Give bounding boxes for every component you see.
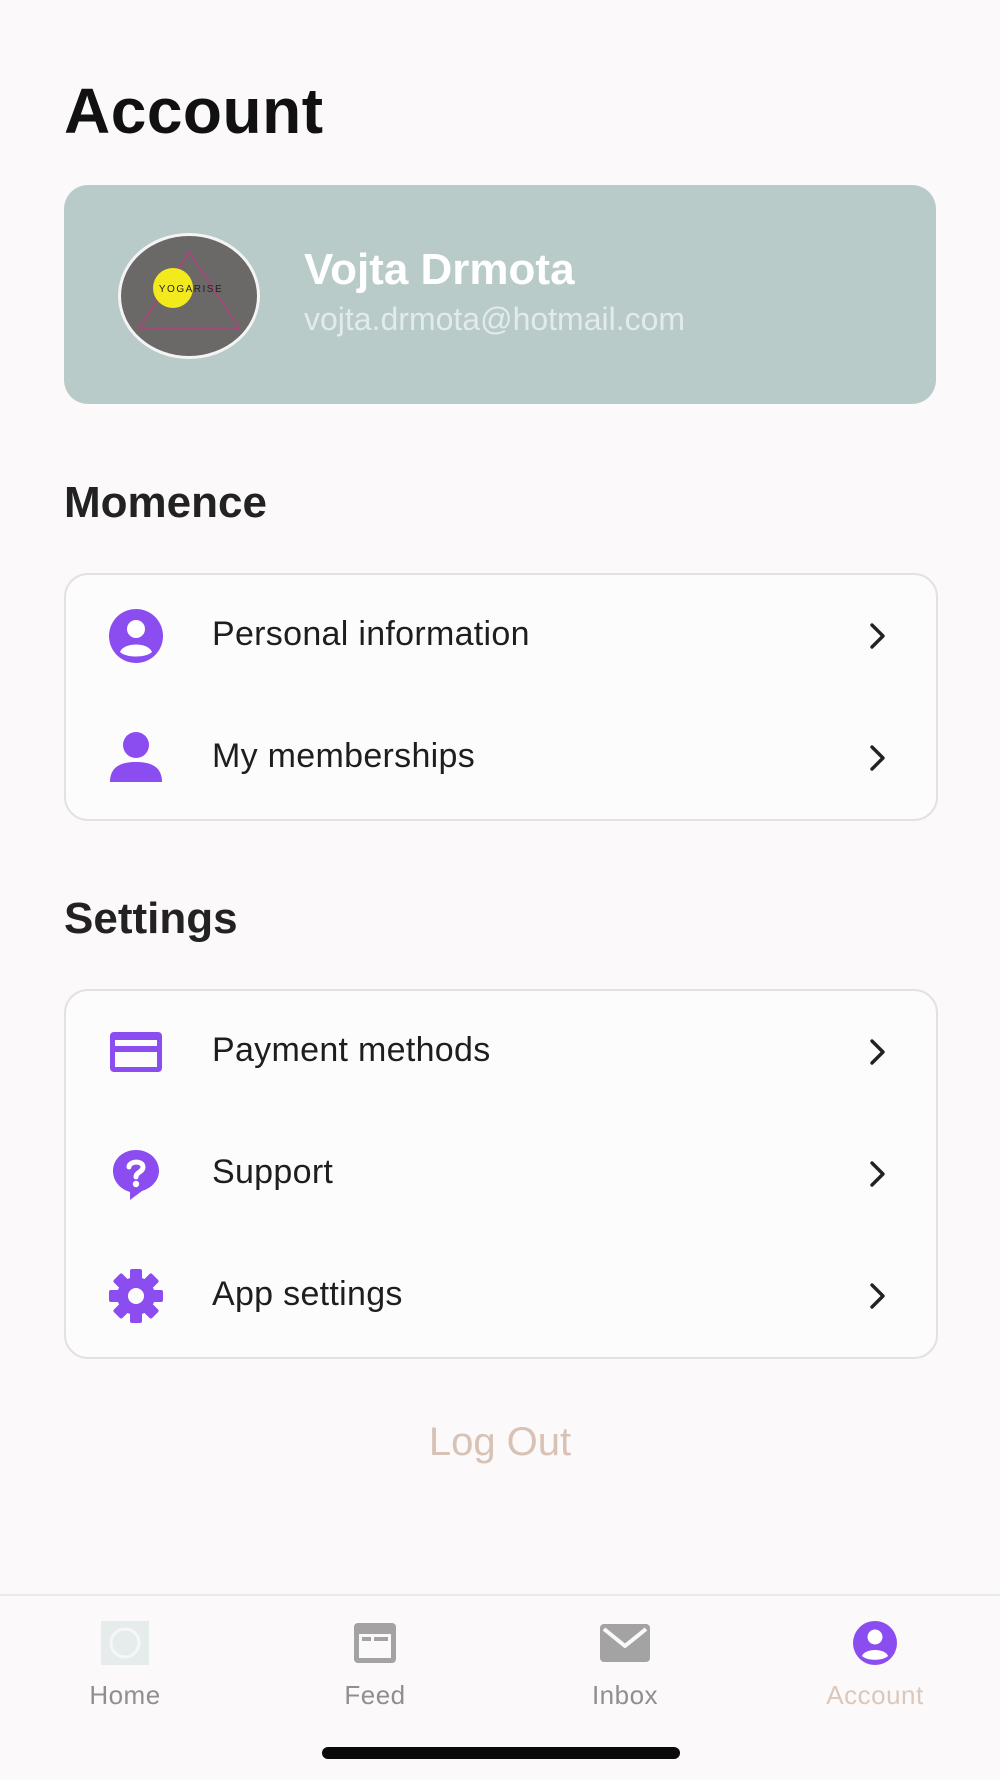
tab-inbox[interactable]: Inbox bbox=[500, 1596, 750, 1726]
home-icon bbox=[101, 1621, 149, 1665]
home-indicator bbox=[322, 1747, 680, 1759]
chevron-right-icon bbox=[870, 1283, 885, 1309]
question-bubble-icon bbox=[113, 1150, 159, 1200]
avatar: YOGARISE bbox=[118, 233, 260, 359]
menu-item-support[interactable]: Support bbox=[66, 1113, 936, 1235]
menu-item-label: Payment methods bbox=[212, 1031, 491, 1069]
chevron-right-icon bbox=[870, 623, 885, 649]
logout-button[interactable]: Log Out bbox=[0, 1420, 1000, 1465]
gear-icon bbox=[109, 1269, 163, 1323]
chevron-right-icon bbox=[870, 745, 885, 771]
tab-label: Inbox bbox=[591, 1680, 659, 1710]
avatar-logo-text: YOGARISE bbox=[159, 284, 223, 295]
momence-menu-card: Personal information My memberships bbox=[64, 573, 938, 821]
profile-email: vojta.drmota@hotmail.com bbox=[304, 301, 686, 337]
profile-name: Vojta Drmota bbox=[304, 245, 575, 294]
menu-item-personal-information[interactable]: Personal information bbox=[66, 575, 936, 697]
page-title: Account bbox=[64, 75, 324, 147]
section-heading-momence: Momence bbox=[64, 478, 267, 527]
section-heading-settings: Settings bbox=[64, 894, 238, 943]
tab-label: Feed bbox=[344, 1680, 406, 1710]
profile-card[interactable]: YOGARISE Vojta Drmota vojta.drmota@hotma… bbox=[64, 185, 936, 404]
settings-menu-card: Payment methods Support App settings bbox=[64, 989, 938, 1359]
feed-icon bbox=[354, 1623, 396, 1663]
person-icon bbox=[110, 732, 162, 782]
menu-item-app-settings[interactable]: App settings bbox=[66, 1235, 936, 1357]
tab-home[interactable]: Home bbox=[0, 1596, 250, 1726]
envelope-icon bbox=[600, 1624, 650, 1662]
account-icon bbox=[853, 1621, 897, 1665]
tab-label: Account bbox=[826, 1680, 924, 1710]
credit-card-icon bbox=[110, 1032, 162, 1072]
menu-item-label: Personal information bbox=[212, 615, 530, 653]
menu-item-label: My memberships bbox=[212, 737, 476, 775]
menu-item-my-memberships[interactable]: My memberships bbox=[66, 697, 936, 819]
menu-item-label: Support bbox=[212, 1153, 334, 1191]
tab-label: Home bbox=[89, 1680, 161, 1710]
tab-account[interactable]: Account bbox=[750, 1596, 1000, 1726]
chevron-right-icon bbox=[870, 1039, 885, 1065]
chevron-right-icon bbox=[870, 1161, 885, 1187]
user-circle-icon bbox=[109, 609, 163, 663]
menu-item-label: App settings bbox=[212, 1275, 403, 1313]
menu-item-payment-methods[interactable]: Payment methods bbox=[66, 991, 936, 1113]
tab-feed[interactable]: Feed bbox=[250, 1596, 500, 1726]
